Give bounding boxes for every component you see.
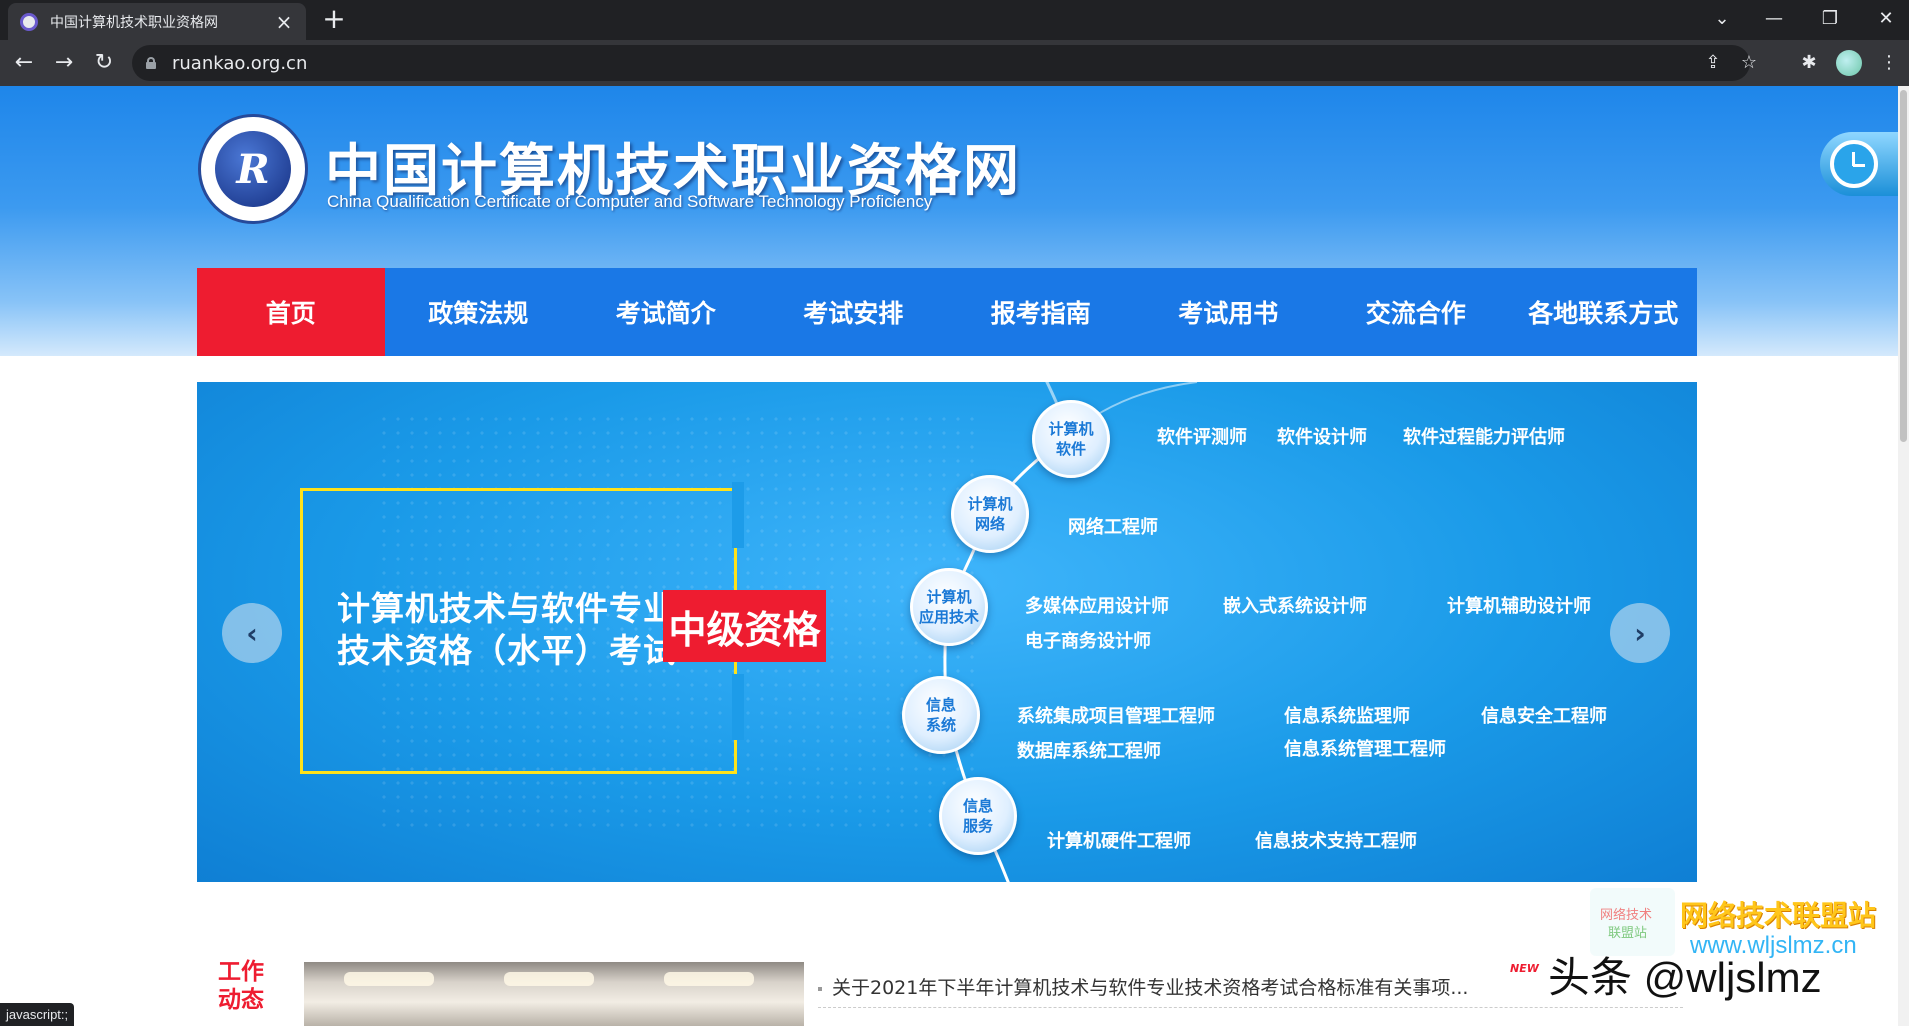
- watermark-handle: 头条 @wljslmz: [1548, 954, 1822, 1001]
- nav-item-exam-intro[interactable]: 考试简介: [572, 268, 760, 356]
- nav-item-registration-guide[interactable]: 报考指南: [947, 268, 1135, 356]
- new-tab-button[interactable]: +: [318, 5, 350, 34]
- category-node-information-systems[interactable]: 信息 系统: [902, 676, 980, 754]
- clock-icon[interactable]: [1820, 132, 1898, 196]
- address-bar[interactable]: ruankao.org.cn ⇪ ☆: [132, 45, 1757, 81]
- cert-it-support-engineer[interactable]: 信息技术支持工程师: [1255, 827, 1417, 853]
- cert-is-admin-engineer[interactable]: 信息系统管理工程师: [1284, 735, 1446, 761]
- watermark-logo-text: 联盟站: [1608, 926, 1648, 941]
- nav-item-home[interactable]: 首页: [197, 268, 385, 356]
- news-divider: [818, 1007, 1683, 1008]
- browser-tab[interactable]: 中国计算机技术职业资格网 ×: [8, 3, 306, 40]
- cert-ecommerce-designer[interactable]: 电子商务设计师: [1025, 627, 1151, 653]
- category-node-computer-software[interactable]: 计算机 软件: [1032, 400, 1110, 478]
- banner-heading-line2: 技术资格（水平）考试: [337, 631, 677, 670]
- main-navigation: 首页 政策法规 考试简介 考试安排 报考指南 考试用书 交流合作 各地联系方式: [197, 268, 1697, 356]
- close-window-button[interactable]: ✕: [1858, 0, 1909, 40]
- tab-close-icon[interactable]: ×: [274, 12, 294, 32]
- carousel-next-button[interactable]: ›: [1610, 603, 1670, 663]
- cert-database-engineer[interactable]: 数据库系统工程师: [1017, 737, 1161, 763]
- frame-gap: [732, 482, 744, 548]
- new-badge-icon: NEW: [1510, 962, 1539, 975]
- carousel-prev-button[interactable]: ‹: [222, 603, 282, 663]
- nav-item-exam-books[interactable]: 考试用书: [1135, 268, 1323, 356]
- cert-process-assessor[interactable]: 软件过程能力评估师: [1403, 423, 1565, 449]
- cert-network-engineer[interactable]: 网络工程师: [1068, 513, 1158, 539]
- scrollbar-thumb[interactable]: [1900, 90, 1907, 442]
- tab-title: 中国计算机技术职业资格网: [50, 14, 218, 31]
- nav-item-cooperation[interactable]: 交流合作: [1322, 268, 1510, 356]
- cert-embedded-designer[interactable]: 嵌入式系统设计师: [1223, 592, 1367, 618]
- page-scrollbar[interactable]: [1898, 86, 1909, 1026]
- cert-integration-pm[interactable]: 系统集成项目管理工程师: [1017, 702, 1215, 728]
- cert-software-designer[interactable]: 软件设计师: [1277, 423, 1367, 449]
- lock-icon[interactable]: [146, 57, 156, 69]
- site-subtitle: China Qualification Certificate of Compu…: [327, 192, 933, 211]
- nav-item-exam-schedule[interactable]: 考试安排: [760, 268, 948, 356]
- back-icon[interactable]: ←: [9, 48, 39, 78]
- bookmark-star-icon[interactable]: ☆: [1736, 50, 1762, 76]
- news-photo[interactable]: [304, 962, 804, 1026]
- frame-gap: [732, 674, 744, 740]
- extensions-icon[interactable]: ✱: [1796, 50, 1822, 76]
- banner-heading-line1: 计算机技术与软件专业: [337, 589, 677, 628]
- browser-toolbar: ← → ↻ ruankao.org.cn ⇪ ☆ ✱ ⋮: [0, 40, 1909, 86]
- news-item[interactable]: 关于2021年下半年计算机技术与软件专业技术资格考试合格标准有关事项...: [818, 973, 1468, 1003]
- site-logo[interactable]: R: [198, 114, 308, 224]
- category-node-computer-network[interactable]: 计算机 网络: [951, 475, 1029, 553]
- nav-item-regional-contacts[interactable]: 各地联系方式: [1510, 268, 1698, 356]
- site-favicon-icon: [20, 12, 38, 31]
- tab-search-icon[interactable]: ⌄: [1694, 0, 1750, 40]
- news-section-label[interactable]: 工作 动态: [218, 958, 268, 1014]
- cert-hardware-engineer[interactable]: 计算机硬件工程师: [1047, 827, 1191, 853]
- bullet-icon: [818, 986, 822, 991]
- cert-multimedia-designer[interactable]: 多媒体应用设计师: [1025, 592, 1169, 618]
- watermark-title: 网络技术联盟站: [1680, 899, 1877, 932]
- cert-is-supervisor[interactable]: 信息系统监理师: [1284, 702, 1410, 728]
- menu-icon[interactable]: ⋮: [1876, 50, 1902, 76]
- forward-icon[interactable]: →: [49, 48, 79, 78]
- profile-avatar[interactable]: [1836, 50, 1862, 76]
- web-page: R 中国计算机技术职业资格网 China Qualification Certi…: [0, 86, 1898, 1026]
- cert-cad-designer[interactable]: 计算机辅助设计师: [1447, 592, 1591, 618]
- cert-security-engineer[interactable]: 信息安全工程师: [1481, 702, 1607, 728]
- level-badge: 中级资格: [663, 590, 826, 662]
- reload-icon[interactable]: ↻: [89, 48, 119, 78]
- category-node-information-services[interactable]: 信息 服务: [939, 777, 1017, 855]
- banner-carousel[interactable]: 计算机技术与软件专业 技术资格（水平）考试 中级资格 ‹ › 计算机 软件 计算机…: [197, 382, 1697, 882]
- nav-item-policy[interactable]: 政策法规: [385, 268, 573, 356]
- status-bubble: javascript:;: [0, 1003, 75, 1026]
- logo-emblem: R: [215, 131, 291, 207]
- watermark-logo-text: 网络技术: [1600, 908, 1653, 923]
- minimize-window-button[interactable]: —: [1746, 0, 1802, 40]
- news-item-link[interactable]: 关于2021年下半年计算机技术与软件专业技术资格考试合格标准有关事项...: [832, 977, 1468, 999]
- browser-tab-strip: 中国计算机技术职业资格网 × + ⌄ — ❐ ✕: [0, 0, 1909, 40]
- share-icon[interactable]: ⇪: [1700, 50, 1726, 76]
- cert-software-tester[interactable]: 软件评测师: [1157, 423, 1247, 449]
- category-node-computer-applications[interactable]: 计算机 应用技术: [910, 568, 988, 646]
- restore-window-button[interactable]: ❐: [1802, 0, 1858, 40]
- address-url[interactable]: ruankao.org.cn: [172, 53, 307, 74]
